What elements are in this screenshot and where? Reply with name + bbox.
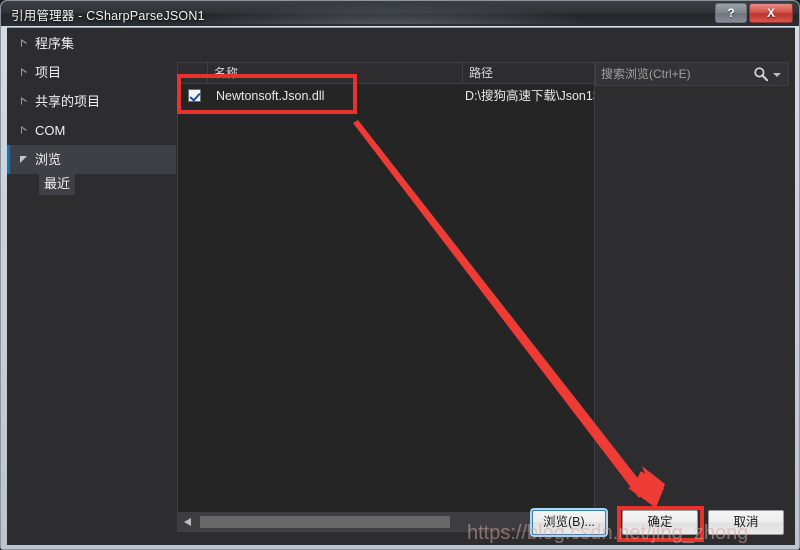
ok-button[interactable]: 确定 [622,510,698,535]
list-header-row: 名称 路径 [178,63,594,84]
window-title: 引用管理器 - CSharpParseJSON1 [11,9,205,23]
sidebar-item-projects[interactable]: 项目 [7,58,176,87]
help-button[interactable]: ? [715,3,747,23]
list-body: Newtonsoft.Json.dll D:\搜狗高速下载\Json13 [178,84,594,510]
category-sidebar: 程序集 项目 共享的项目 COM 浏览 最近 [7,29,176,520]
scroll-left-icon[interactable] [179,513,196,531]
row-name: Newtonsoft.Json.dll [216,89,325,103]
sidebar-subitem-label: 最近 [39,174,76,195]
sidebar-item-com[interactable]: COM [7,116,176,145]
column-header-name[interactable]: 名称 [208,63,463,83]
cancel-button[interactable]: 取消 [708,510,784,535]
row-path: D:\搜狗高速下载\Json13 [465,89,594,103]
sidebar-item-assemblies[interactable]: 程序集 [7,29,176,58]
column-header-path[interactable]: 路径 [463,63,594,83]
chevron-right-icon[interactable] [20,116,30,145]
sidebar-item-recent[interactable]: 最近 [7,174,176,200]
column-header-checkbox[interactable] [178,63,208,83]
reference-list-panel: 名称 路径 Newtonsoft.Json.dll D:\搜狗高速下载\Json… [177,62,595,532]
scrollbar-thumb[interactable] [200,516,450,528]
titlebar-glow [181,2,601,24]
browse-button[interactable]: 浏览(B)... [532,510,606,535]
sidebar-item-label: COM [35,123,66,138]
search-icon[interactable] [753,66,769,82]
search-box[interactable]: 搜索浏览(Ctrl+E) [595,62,789,86]
sidebar-item-browse[interactable]: 浏览 [7,145,176,174]
sidebar-item-shared-projects[interactable]: 共享的项目 [7,87,176,116]
sidebar-item-label: 共享的项目 [35,94,101,109]
dialog-client-area: 程序集 项目 共享的项目 COM 浏览 最近 搜索浏览(Ctrl+E) 名称 路… [7,27,795,545]
table-row[interactable]: Newtonsoft.Json.dll D:\搜狗高速下载\Json13 [178,84,594,109]
chevron-right-icon[interactable] [20,29,30,58]
chevron-right-icon[interactable] [20,87,30,116]
close-button[interactable]: X [749,3,793,23]
title-bar[interactable]: 引用管理器 - CSharpParseJSON1 ? X [1,1,799,26]
chevron-down-icon[interactable] [20,145,30,174]
search-input[interactable]: 搜索浏览(Ctrl+E) [601,63,691,85]
sidebar-item-label: 程序集 [35,36,75,51]
reference-manager-dialog: 引用管理器 - CSharpParseJSON1 ? X 程序集 项目 共享的项… [0,0,800,550]
sidebar-item-label: 浏览 [35,152,62,167]
sidebar-item-label: 项目 [35,65,62,80]
chevron-right-icon[interactable] [20,58,30,87]
row-checkbox[interactable] [188,89,201,102]
chevron-down-icon[interactable] [773,73,781,77]
